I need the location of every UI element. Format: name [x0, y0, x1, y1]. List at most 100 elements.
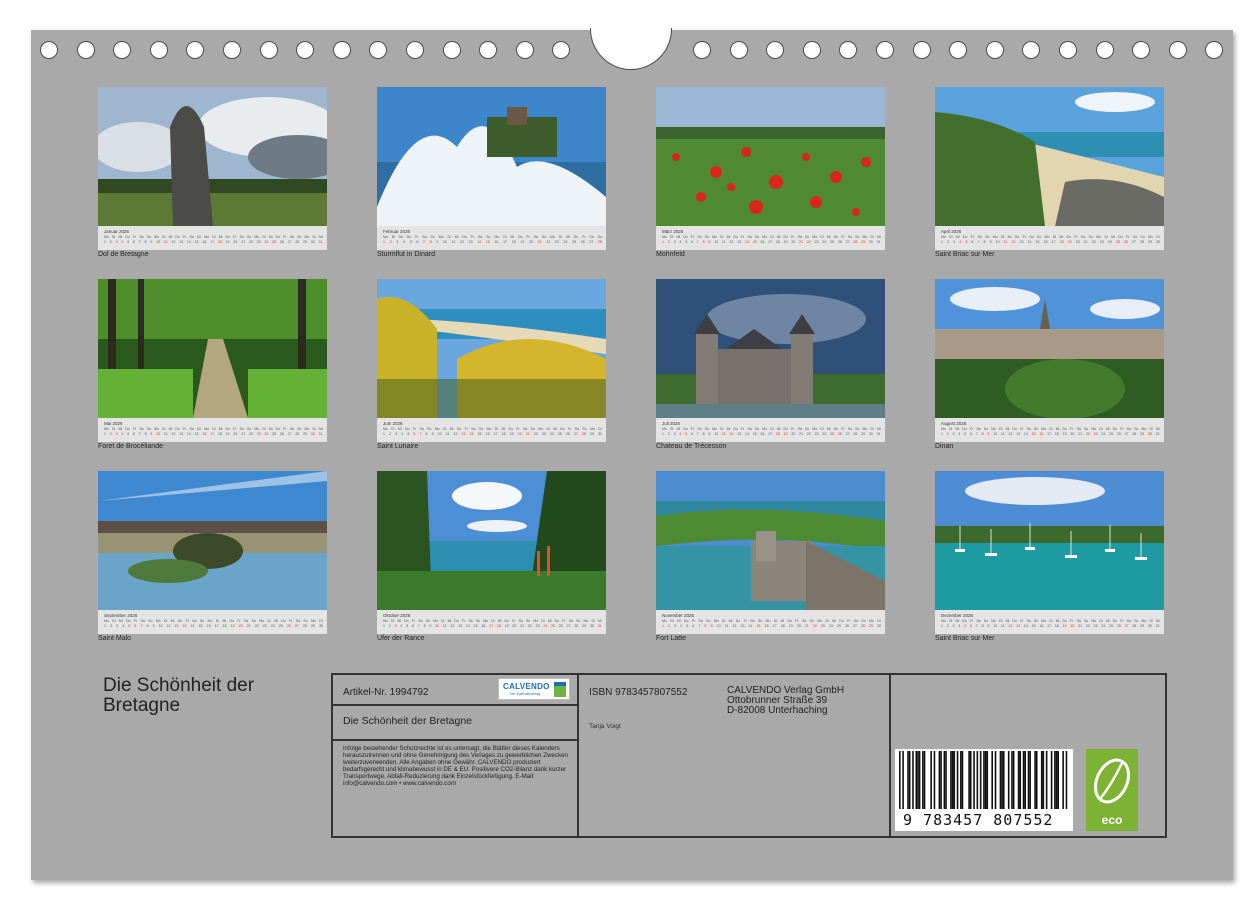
day-number: 11	[451, 240, 456, 244]
day-number: 31	[318, 432, 323, 436]
calendar-icon	[554, 682, 566, 697]
day-number: 13	[179, 432, 184, 436]
day-number: 8	[981, 624, 984, 628]
binding-hole	[296, 41, 315, 59]
day-number: 21	[241, 240, 246, 244]
day-number: 8	[981, 432, 984, 436]
day-number: 6	[132, 240, 135, 244]
day-number: 25	[557, 432, 562, 436]
day-number: 9	[152, 624, 155, 628]
day-number: 14	[186, 240, 191, 244]
cover-title: Die Schönheit der Bretagne	[103, 675, 255, 716]
day-number: 23	[814, 432, 819, 436]
day-number: 3	[115, 240, 118, 244]
day-number: 11	[442, 624, 447, 628]
day-number: 29	[311, 624, 315, 628]
day-number: 11	[445, 432, 450, 436]
binding-hole	[729, 41, 748, 59]
day-number: 17	[210, 432, 215, 436]
day-number: 16	[1039, 432, 1044, 436]
day-number: 23	[535, 624, 540, 628]
day-number: 7	[423, 240, 425, 244]
day-number: 27	[287, 240, 292, 244]
day-number: 3	[115, 432, 118, 436]
day-number: 19	[225, 432, 230, 436]
barcode-bar	[968, 751, 970, 809]
barcode-bar	[984, 751, 987, 809]
barcode-bar	[1055, 751, 1058, 809]
day-number: 16	[1043, 240, 1048, 244]
binding-hole	[442, 41, 461, 59]
barcode-bar	[938, 751, 941, 809]
day-number: 10	[158, 624, 163, 628]
weekday-label: Di	[391, 427, 395, 431]
barcode-bar	[956, 751, 959, 809]
day-number: 17	[1051, 240, 1056, 244]
barcode-bar	[1050, 751, 1053, 809]
day-number: 21	[1083, 240, 1088, 244]
barcode-bar	[1022, 751, 1025, 809]
day-number: 6	[971, 240, 974, 244]
calendar-strip: Oktober 2026 Mo Di Mi Do Fr Sa So Mo Di Mi Do Fr Sa So…	[377, 610, 606, 634]
day-number: 25	[1115, 240, 1120, 244]
info-box: Artikel-Nr. 1994792 CALVENDO Der Kalende…	[331, 673, 1167, 838]
weekday-label: Di	[112, 619, 116, 623]
day-number: 28	[303, 624, 307, 628]
day-number: 15	[485, 240, 490, 244]
barcode-bar	[1042, 751, 1045, 809]
day-number: 20	[1070, 432, 1075, 436]
day-number: 7	[138, 432, 141, 436]
barcode-bar	[1012, 751, 1015, 809]
day-number: 11	[1000, 432, 1005, 436]
day-number: 29	[1140, 624, 1145, 628]
day-number: 25	[830, 240, 835, 244]
binding-hole	[40, 41, 58, 59]
month-photo	[377, 471, 606, 610]
calendar-strip: September 2026 Mo Di Mi Do Fr Sa So Mo Di Mi Do Fr Sa…	[98, 610, 327, 634]
weekday-label: Di	[670, 619, 674, 623]
day-number: 1	[104, 624, 106, 628]
day-number: 22	[806, 432, 811, 436]
month-photo	[935, 87, 1164, 226]
calendar-strip: Juli 2026 Mo Di Mi Do Fr Sa So Mo Di Mi Do Fr Sa So Mo D…	[656, 418, 885, 442]
day-number: 5	[964, 624, 967, 628]
day-number: 27	[845, 240, 850, 244]
day-number: 27	[1131, 240, 1136, 244]
day-number: 16	[760, 240, 765, 244]
day-number: 10	[993, 624, 998, 628]
month-photo	[935, 279, 1164, 418]
day-number: 9	[710, 624, 713, 628]
day-number: 25	[278, 624, 283, 628]
day-number: 20	[529, 240, 533, 244]
binding-hole	[332, 41, 351, 59]
day-number: 8	[983, 240, 986, 244]
day-number: 30	[310, 432, 315, 436]
day-number: 4	[121, 240, 124, 244]
day-number: 1	[941, 240, 943, 244]
month-photo	[656, 471, 885, 610]
day-number: 31	[876, 432, 881, 436]
day-number: 27	[287, 432, 292, 436]
barcode-bar	[953, 751, 956, 809]
day-number: 5	[406, 624, 409, 628]
weekday-label: Fr	[741, 235, 745, 239]
calendar-strip: Januar 2026 Mo Di Mi Do Fr Sa So Mo Di Mi Do Fr Sa So M…	[98, 226, 327, 250]
month-page-preview: März 2026 Mo Di Mi Do Fr Sa So Mo Di Mi Do Fr Sa So Mo D…	[656, 87, 885, 262]
barcode-bar	[994, 751, 997, 809]
day-number: 21	[525, 432, 530, 436]
month-page-preview: November 2026 Mo Di Mi Do Fr Sa So Mo Di Mi Do Fr Sa S…	[656, 471, 885, 646]
isbn: ISBN 9783457807552	[589, 687, 688, 698]
day-number: 24	[1107, 240, 1112, 244]
day-number: 22	[254, 624, 259, 628]
day-number: 12	[171, 240, 176, 244]
photo-caption: Foret de Brocéliande	[98, 443, 163, 450]
day-number: 15	[198, 624, 203, 628]
author: Tanja Voigt	[589, 723, 621, 730]
photo-caption: Fort Latte	[656, 635, 686, 642]
day-number: 13	[1019, 240, 1024, 244]
day-number: 13	[740, 624, 745, 628]
day-number: 17	[489, 624, 494, 628]
day-number: 21	[241, 432, 246, 436]
day-number: 23	[820, 624, 825, 628]
day-number: 23	[262, 624, 267, 628]
